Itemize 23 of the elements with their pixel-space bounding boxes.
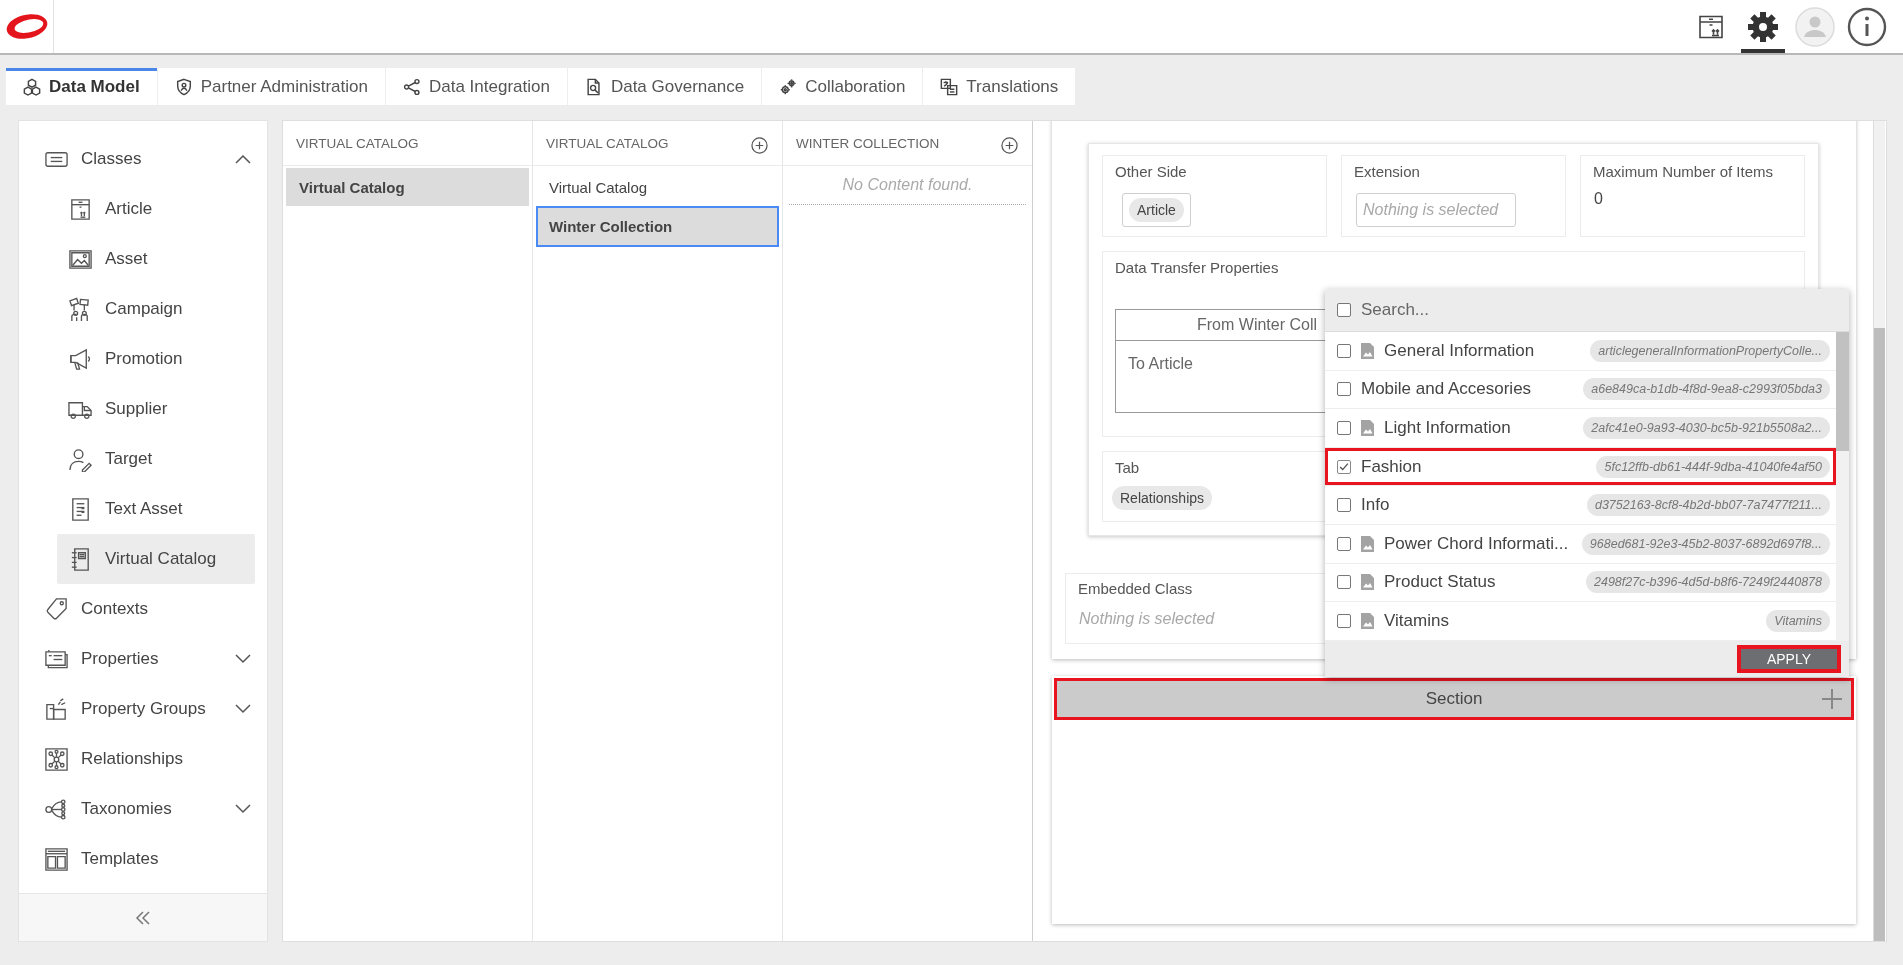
id-tag: d3752163-8cf8-4b2d-bb07-7a7477f211... bbox=[1586, 494, 1830, 517]
value-chip: Article bbox=[1129, 198, 1184, 222]
id-tag: 2498f27c-b396-4d5d-b8f6-7249f2440878 bbox=[1586, 571, 1830, 594]
field-label: Data Transfer Properties bbox=[1115, 259, 1279, 277]
column-title: WINTER COLLECTION bbox=[796, 135, 940, 151]
field-label: Other Side bbox=[1115, 163, 1187, 181]
id-tag: Vitamins bbox=[1766, 609, 1830, 632]
id-tag: 5fc12ffb-db61-444f-9dba-41040fe4af50 bbox=[1596, 455, 1830, 478]
field-label: Maximum Number of Items bbox=[1593, 163, 1774, 181]
column-title: VIRTUAL CATALOG bbox=[546, 135, 669, 151]
id-tag: articlegeneralInformationPropertyColle... bbox=[1590, 339, 1830, 362]
column-title: VIRTUAL CATALOG bbox=[296, 135, 419, 151]
table-header: From Winter Coll bbox=[1197, 316, 1317, 334]
field-label: Embedded Class bbox=[1078, 580, 1193, 598]
section-title: Section bbox=[1425, 689, 1483, 709]
field-label: Tab bbox=[1115, 459, 1140, 477]
value-chip: Relationships bbox=[1112, 486, 1213, 510]
id-tag: 2afc41e0-9a93-4030-bc5b-921b5508a2... bbox=[1583, 417, 1830, 439]
empty-message: No Content found. bbox=[789, 168, 1026, 205]
table-cell: To Article bbox=[1128, 355, 1193, 372]
id-tag: a6e849ca-b1db-4f8d-9ea8-c2993f05bda3 bbox=[1583, 378, 1830, 401]
id-tag: 968ed681-92e3-45b2-8037-6892d697f8... bbox=[1581, 532, 1830, 555]
field-label: Extension bbox=[1354, 163, 1420, 181]
